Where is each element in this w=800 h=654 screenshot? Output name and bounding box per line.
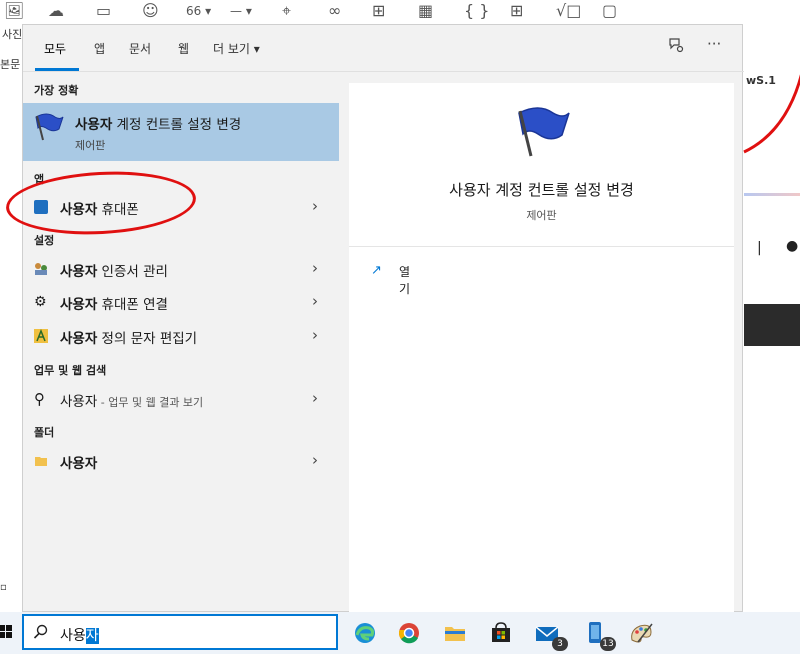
result-detail-pane: 사용자 계정 컨트롤 설정 변경 제어판 ↗ 열기 (349, 83, 734, 613)
search-query[interactable]: 사용자 (60, 625, 99, 645)
setting-result-phone-link[interactable]: ⚙ 사용자 휴대폰 연결 › (23, 287, 339, 317)
web-search-heading: 업무 및 웹 검색 (34, 364, 107, 377)
line-icon[interactable]: — ▾ (230, 3, 252, 19)
chevron-right-icon[interactable]: › (312, 326, 318, 344)
control-panel-flag-icon (518, 107, 570, 157)
active-tab-indicator (35, 68, 79, 71)
chrome-app-icon[interactable] (394, 618, 424, 648)
mail-badge: 3 (552, 637, 568, 651)
phone-app-icon (34, 200, 48, 214)
background-stripe (744, 193, 800, 196)
chevron-right-icon[interactable]: › (312, 259, 318, 277)
tab-all[interactable]: 모두 (44, 40, 66, 57)
setting-result-char-editor[interactable]: 사용자 정의 문자 편집기 › (23, 321, 339, 351)
paint-app-icon[interactable] (626, 618, 656, 648)
chevron-down-icon: ▾ (253, 42, 260, 56)
background-dots-mark: ● (786, 238, 799, 254)
taskbar: 사용자 3 13 (0, 612, 800, 654)
emoji-icon[interactable]: ☺ (142, 3, 159, 19)
store-app-icon[interactable] (486, 618, 516, 648)
chevron-right-icon[interactable]: › (312, 197, 318, 215)
location-icon[interactable]: ⌖ (282, 3, 291, 19)
folder-icon (34, 454, 48, 468)
cloud-icon[interactable]: ☁ (48, 3, 64, 19)
body-label: 본문 (0, 58, 21, 71)
mail-app-icon[interactable]: 3 (532, 618, 568, 651)
gear-icon: ⚙ (34, 294, 47, 310)
control-panel-flag-icon (35, 113, 64, 141)
chevron-right-icon[interactable]: › (312, 451, 318, 469)
start-search-panel: 모두 앱 문서 웹 더 보기 ▾ ··· 가장 정확 사용자 계정 컨트롤 설정… (22, 24, 744, 613)
char-editor-icon (34, 328, 48, 343)
best-match-subtitle: 제어판 (75, 139, 106, 152)
phone-badge: 13 (600, 637, 616, 651)
certificate-users-icon (34, 262, 48, 276)
braces-icon[interactable]: { } (464, 3, 489, 19)
phone-app-icon[interactable]: 13 (580, 618, 616, 651)
file-explorer-app-icon[interactable] (440, 618, 470, 648)
search-icon: ⚲ (34, 390, 45, 408)
app-result-phone[interactable]: 사용자 휴대폰 › (23, 192, 339, 222)
background-dark-block (744, 304, 800, 346)
setting-result-label: 사용자 정의 문자 편집기 (60, 331, 198, 347)
settings-heading: 설정 (34, 234, 55, 247)
setting-result-label: 사용자 휴대폰 연결 (60, 297, 168, 313)
best-match-heading: 가장 정확 (34, 84, 79, 97)
photo-label: 사진 (2, 28, 23, 41)
folders-heading: 폴더 (34, 426, 55, 439)
tab-web[interactable]: 웹 (178, 40, 189, 57)
open-window-icon: ↗ (371, 263, 382, 278)
more-options-icon[interactable]: ··· (707, 35, 721, 53)
tab-more[interactable]: 더 보기 ▾ (213, 40, 260, 57)
tab-apps[interactable]: 앱 (94, 40, 105, 57)
video-icon[interactable]: ▭ (96, 3, 111, 19)
table-icon[interactable]: ⊞ (510, 3, 523, 19)
setting-result-certificates[interactable]: 사용자 인증서 관리 › (23, 254, 339, 284)
add-box-icon[interactable]: ⊞ (372, 3, 385, 19)
formula-icon[interactable]: √□ (556, 3, 581, 19)
setting-result-label: 사용자 인증서 관리 (60, 264, 168, 280)
feedback-icon[interactable] (668, 37, 684, 57)
taskbar-search-box[interactable]: 사용자 (22, 614, 338, 650)
calendar-icon[interactable]: ▦ (418, 3, 433, 19)
tab-documents[interactable]: 문서 (129, 40, 151, 57)
comment-icon[interactable]: ▢ (602, 3, 617, 19)
background-file-icon: ▫ (0, 582, 7, 593)
edge-app-icon[interactable] (350, 618, 380, 648)
link-icon[interactable]: ∞ (328, 3, 341, 19)
chevron-right-icon[interactable]: › (312, 292, 318, 310)
best-match-title: 사용자 계정 컨트롤 설정 변경 (75, 117, 242, 133)
background-editor-toolbar: 🖼 ☁ ▭ ☺ 66 ▾ — ▾ ⌖ ∞ ⊞ ▦ { } ⊞ √□ ▢ (0, 0, 800, 24)
folder-result-label: 사용자 (60, 456, 98, 472)
folder-result[interactable]: 사용자 › (23, 446, 339, 476)
web-result-label: 사용자 - 업무 및 웹 결과 보기 (60, 394, 204, 410)
quote-icon[interactable]: 66 ▾ (186, 3, 211, 19)
divider (349, 246, 734, 247)
search-filter-tabs: 모두 앱 문서 웹 더 보기 ▾ ··· (23, 25, 744, 72)
chevron-right-icon[interactable]: › (312, 389, 318, 407)
detail-title: 사용자 계정 컨트롤 설정 변경 (449, 181, 634, 199)
image-icon[interactable]: 🖼 (4, 3, 24, 19)
app-result-label: 사용자 휴대폰 (60, 202, 139, 218)
apps-heading: 앱 (34, 173, 45, 186)
background-bar-mark: | (757, 240, 762, 256)
start-button[interactable] (0, 624, 12, 640)
web-result[interactable]: ⚲ 사용자 - 업무 및 웹 결과 보기 › (23, 384, 339, 414)
detail-subtitle: 제어판 (526, 209, 557, 222)
open-action-label: 열기 (399, 265, 411, 296)
search-icon (33, 624, 49, 644)
